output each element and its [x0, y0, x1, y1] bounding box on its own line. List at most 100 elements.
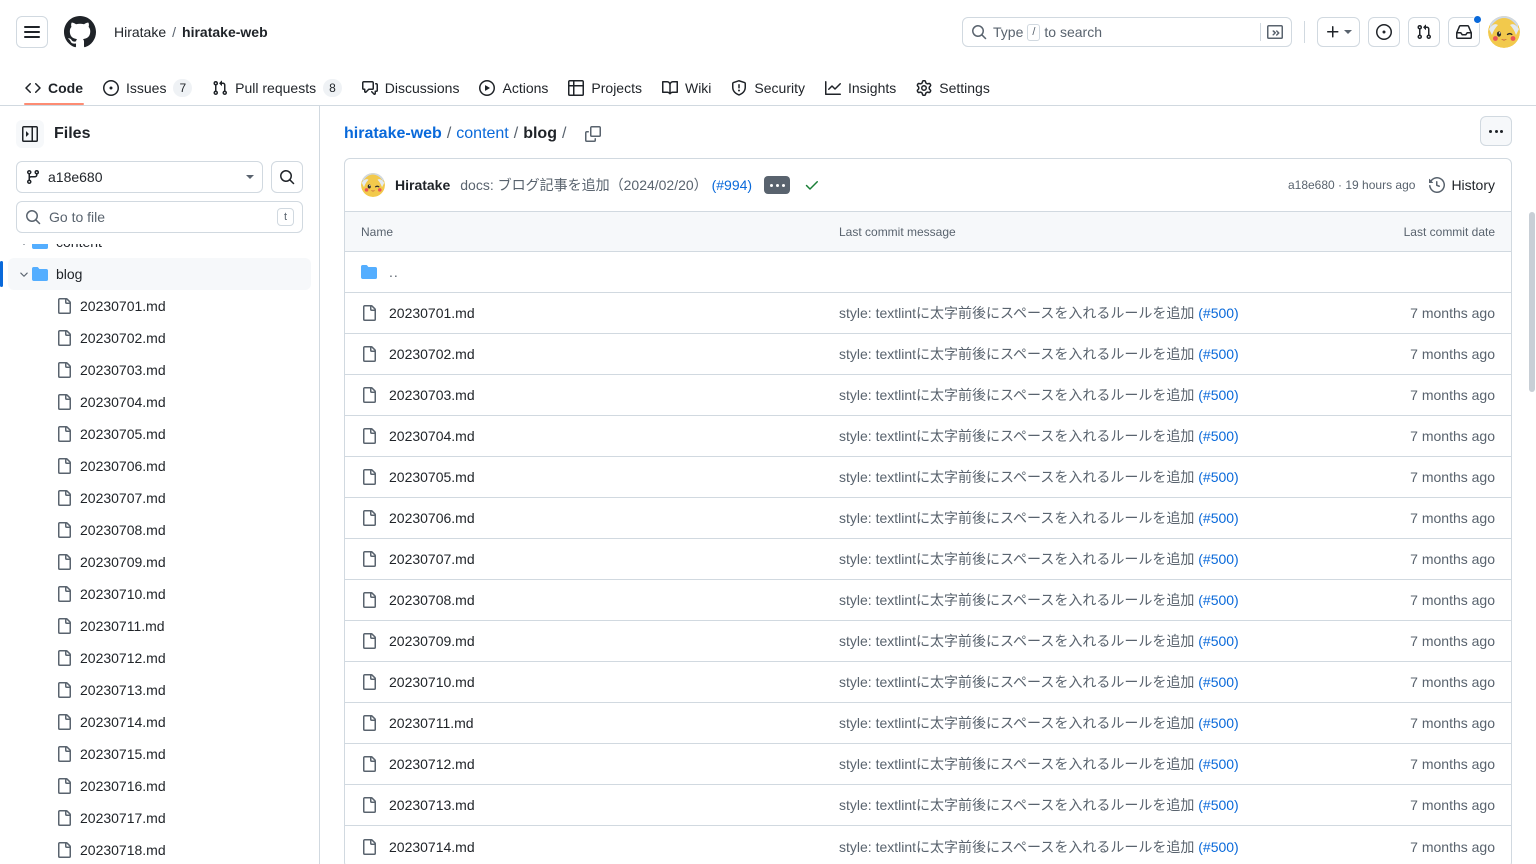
- parent-dir-label[interactable]: ..: [389, 264, 399, 280]
- tab-discussions[interactable]: Discussions: [353, 64, 469, 105]
- file-name-link[interactable]: 20230707.md: [389, 551, 475, 567]
- tree-file-item[interactable]: 20230710.md: [8, 578, 311, 610]
- table-row[interactable]: 20230711.md style: textlintに太字前後にスペースを入れ…: [345, 703, 1511, 744]
- tree-file-item[interactable]: 20230717.md: [8, 802, 311, 834]
- commit-pr-link[interactable]: (#994): [712, 177, 752, 193]
- file-name-link[interactable]: 20230713.md: [389, 797, 475, 813]
- commit-message-text[interactable]: style: textlintに太字前後にスペースを入れるルールを追加: [839, 715, 1198, 731]
- tree-file-item[interactable]: 20230714.md: [8, 706, 311, 738]
- breadcrumb-owner[interactable]: Hiratake: [114, 24, 166, 40]
- commit-message-text[interactable]: style: textlintに太字前後にスペースを入れるルールを追加: [839, 551, 1198, 567]
- file-name-link[interactable]: 20230705.md: [389, 469, 475, 485]
- commit-pr-link[interactable]: (#500): [1198, 633, 1238, 649]
- notifications-button[interactable]: [1448, 15, 1482, 47]
- commit-pr-link[interactable]: (#500): [1198, 510, 1238, 526]
- file-name-link[interactable]: 20230703.md: [389, 387, 475, 403]
- file-name-link[interactable]: 20230706.md: [389, 510, 475, 526]
- file-name-link[interactable]: 20230701.md: [389, 305, 475, 321]
- file-name-link[interactable]: 20230709.md: [389, 633, 475, 649]
- tree-file-item[interactable]: 20230706.md: [8, 450, 311, 482]
- commit-pr-link[interactable]: (#500): [1198, 674, 1238, 690]
- your-pull-requests-button[interactable]: [1408, 17, 1440, 47]
- tree-file-item[interactable]: 20230705.md: [8, 418, 311, 450]
- tree-folder-blog[interactable]: blog: [0, 258, 311, 290]
- table-row[interactable]: 20230702.md style: textlintに太字前後にスペースを入れ…: [345, 334, 1511, 375]
- table-row[interactable]: 20230706.md style: textlintに太字前後にスペースを入れ…: [345, 498, 1511, 539]
- commit-message-text[interactable]: style: textlintに太字前後にスペースを入れるルールを追加: [839, 756, 1198, 772]
- file-name-link[interactable]: 20230710.md: [389, 674, 475, 690]
- copy-path-button[interactable]: [579, 120, 607, 148]
- commit-pr-link[interactable]: (#500): [1198, 428, 1238, 444]
- commit-pr-link[interactable]: (#500): [1198, 469, 1238, 485]
- commit-message-text[interactable]: style: textlintに太字前後にスペースを入れるルールを追加: [839, 797, 1198, 813]
- tree-file-item[interactable]: 20230701.md: [8, 290, 311, 322]
- commit-message-text[interactable]: style: textlintに太字前後にスペースを入れるルールを追加: [839, 510, 1198, 526]
- tree-file-item[interactable]: 20230715.md: [8, 738, 311, 770]
- commit-message-text[interactable]: style: textlintに太字前後にスペースを入れるルールを追加: [839, 428, 1198, 444]
- commit-message-text[interactable]: style: textlintに太字前後にスペースを入れるルールを追加: [839, 305, 1198, 321]
- table-row[interactable]: 20230712.md style: textlintに太字前後にスペースを入れ…: [345, 744, 1511, 785]
- table-row[interactable]: 20230710.md style: textlintに太字前後にスペースを入れ…: [345, 662, 1511, 703]
- tree-file-item[interactable]: 20230711.md: [8, 610, 311, 642]
- commit-status-check[interactable]: [804, 177, 820, 193]
- scrollbar-thumb[interactable]: [1529, 212, 1535, 392]
- tree-file-item[interactable]: 20230718.md: [8, 834, 311, 864]
- commit-message-text[interactable]: style: textlintに太字前後にスペースを入れるルールを追加: [839, 346, 1198, 362]
- terminal-icon[interactable]: [1267, 24, 1283, 40]
- tree-file-item[interactable]: 20230716.md: [8, 770, 311, 802]
- more-options-button[interactable]: [1480, 116, 1512, 146]
- tab-settings[interactable]: Settings: [907, 64, 999, 105]
- commit-pr-link[interactable]: (#500): [1198, 305, 1238, 321]
- tree-file-item[interactable]: 20230713.md: [8, 674, 311, 706]
- tree-folder-content[interactable]: content: [8, 244, 311, 258]
- commit-pr-link[interactable]: (#500): [1198, 592, 1238, 608]
- tree-file-item[interactable]: 20230712.md: [8, 642, 311, 674]
- tree-file-item[interactable]: 20230702.md: [8, 322, 311, 354]
- commit-message-text[interactable]: style: textlintに太字前後にスペースを入れるルールを追加: [839, 592, 1198, 608]
- commit-pr-link[interactable]: (#500): [1198, 551, 1238, 567]
- commit-pr-link[interactable]: (#500): [1198, 346, 1238, 362]
- tab-code[interactable]: Code: [16, 64, 92, 105]
- table-row[interactable]: 20230714.md style: textlintに太字前後にスペースを入れ…: [345, 826, 1511, 864]
- file-name-link[interactable]: 20230708.md: [389, 592, 475, 608]
- commit-message-text[interactable]: style: textlintに太字前後にスペースを入れるルールを追加: [839, 469, 1198, 485]
- tab-wiki[interactable]: Wiki: [653, 64, 720, 105]
- breadcrumb-repo-link[interactable]: hiratake-web: [344, 125, 442, 143]
- global-search-input[interactable]: Type / to search: [962, 17, 1292, 47]
- table-row[interactable]: 20230701.md style: textlintに太字前後にスペースを入れ…: [345, 293, 1511, 334]
- file-name-link[interactable]: 20230714.md: [389, 839, 475, 855]
- file-name-link[interactable]: 20230712.md: [389, 756, 475, 772]
- expand-commit-description-button[interactable]: [764, 176, 791, 194]
- branch-selector[interactable]: a18e680: [16, 161, 263, 193]
- file-name-link[interactable]: 20230711.md: [389, 715, 474, 731]
- file-name-link[interactable]: 20230704.md: [389, 428, 475, 444]
- branch-search-button[interactable]: [271, 161, 303, 193]
- github-logo-icon[interactable]: [64, 16, 96, 48]
- your-issues-button[interactable]: [1368, 17, 1400, 47]
- tree-file-item[interactable]: 20230707.md: [8, 482, 311, 514]
- tab-projects[interactable]: Projects: [559, 64, 651, 105]
- table-row-parent-directory[interactable]: ..: [345, 252, 1511, 293]
- global-nav-menu-button[interactable]: [16, 16, 48, 48]
- table-row[interactable]: 20230713.md style: textlintに太字前後にスペースを入れ…: [345, 785, 1511, 826]
- commit-message-text[interactable]: style: textlintに太字前後にスペースを入れるルールを追加: [839, 839, 1198, 855]
- tab-pull-requests[interactable]: Pull requests 8: [203, 64, 351, 105]
- history-button[interactable]: History: [1429, 177, 1495, 193]
- commit-message-text[interactable]: style: textlintに太字前後にスペースを入れるルールを追加: [839, 387, 1198, 403]
- tab-issues[interactable]: Issues 7: [94, 64, 201, 105]
- breadcrumb-repo[interactable]: hiratake-web: [182, 24, 268, 40]
- table-row[interactable]: 20230704.md style: textlintに太字前後にスペースを入れ…: [345, 416, 1511, 457]
- go-to-file-input[interactable]: Go to file t: [16, 201, 303, 233]
- commit-author-name[interactable]: Hiratake: [395, 177, 450, 193]
- file-name-link[interactable]: 20230702.md: [389, 346, 475, 362]
- commit-pr-link[interactable]: (#500): [1198, 387, 1238, 403]
- commit-pr-link[interactable]: (#500): [1198, 839, 1238, 855]
- sidebar-collapse-button[interactable]: [16, 120, 44, 148]
- user-avatar[interactable]: [1488, 16, 1520, 48]
- commit-pr-link[interactable]: (#500): [1198, 797, 1238, 813]
- tab-insights[interactable]: Insights: [816, 64, 905, 105]
- table-row[interactable]: 20230705.md style: textlintに太字前後にスペースを入れ…: [345, 457, 1511, 498]
- tab-security[interactable]: Security: [722, 64, 814, 105]
- create-new-button[interactable]: [1317, 17, 1360, 47]
- commit-sha[interactable]: a18e680: [1288, 178, 1335, 192]
